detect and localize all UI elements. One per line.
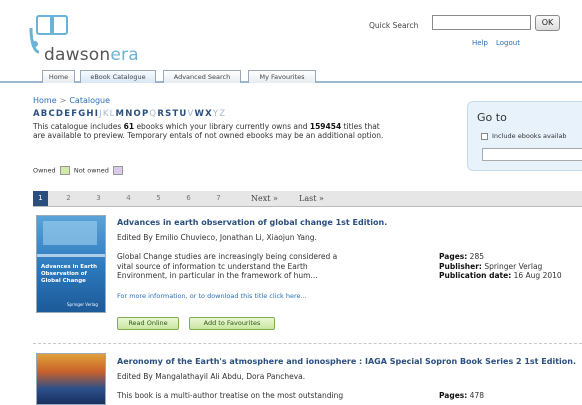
next-page-link[interactable]: Next » <box>251 191 278 206</box>
legend-owned-swatch <box>59 166 70 175</box>
read-online-button[interactable]: Read Online <box>117 317 179 330</box>
page-6[interactable]: 6 <box>181 191 196 206</box>
letter-x[interactable]: X <box>205 109 213 119</box>
pagination-underline <box>33 206 582 207</box>
catalogue-intro: This catalogue includes 61 ebooks which … <box>33 122 384 140</box>
letter-k: K <box>102 109 110 119</box>
pagination: 1 2 3 4 5 6 7 Next » Last » <box>33 191 582 206</box>
book-publisher: Springer Verlag <box>484 261 543 271</box>
breadcrumb-current[interactable]: Catalogue <box>69 96 110 105</box>
add-to-favourites-button[interactable]: Add to Favourites <box>189 317 275 330</box>
page-5[interactable]: 5 <box>151 191 166 206</box>
alphabet-index: ABCDEFGHIJKLMNOPQRSTUVWXYZ <box>33 109 226 119</box>
book-cover-image[interactable] <box>36 353 106 405</box>
legend-not-owned-swatch <box>112 166 123 175</box>
letter-m[interactable]: M <box>116 109 126 119</box>
letter-v: V <box>187 109 195 119</box>
tab-my-favourites[interactable]: My Favourites <box>248 70 316 83</box>
legend-not-owned-label: Not owned <box>73 166 109 175</box>
include-ebooks-label: Include ebooks availab <box>492 132 567 140</box>
goto-title: Go to <box>477 111 507 124</box>
letter-c[interactable]: C <box>48 109 55 119</box>
book-description: This book is a multi-author treatise on … <box>117 391 344 400</box>
main-tab-bar: Home eBook Catalogue Advanced Search My … <box>0 66 582 83</box>
page-3[interactable]: 3 <box>91 191 106 206</box>
tab-home[interactable]: Home <box>42 70 75 83</box>
book-pages: 478 <box>469 391 484 400</box>
book-title-link[interactable]: Aeronomy of the Earth's atmosphere and i… <box>117 357 576 366</box>
letter-r[interactable]: R <box>157 109 165 119</box>
top-links: Help Logout <box>472 39 528 47</box>
book-metadata: Pages: 478 <box>439 391 484 400</box>
breadcrumb: Home > Catalogue <box>33 96 110 105</box>
goto-panel: Go to Include ebooks availab <box>467 101 582 171</box>
breadcrumb-home[interactable]: Home <box>33 96 57 105</box>
letter-h[interactable]: H <box>86 109 94 119</box>
goto-input[interactable] <box>482 148 582 161</box>
breadcrumb-separator: > <box>59 96 67 105</box>
logout-link[interactable]: Logout <box>496 39 520 47</box>
last-page-link[interactable]: Last » <box>299 191 324 206</box>
book-metadata: Pages: 285 Publisher: Springer Verlag Pu… <box>439 252 562 280</box>
book-pages: 285 <box>469 252 484 261</box>
page-7[interactable]: 7 <box>211 191 226 206</box>
quick-search-label: Quick Search <box>369 21 419 30</box>
book-cover-publisher: Springer Verlag <box>67 302 98 307</box>
preview-count: 159454 <box>309 122 342 131</box>
book-publication-date: 16 Aug 2010 <box>513 271 562 280</box>
book-divider <box>33 343 582 344</box>
book-cover-image[interactable]: Advances in Earth Observation of Global … <box>36 215 106 313</box>
quick-search-ok-button[interactable]: OK <box>535 15 560 31</box>
book-description: Global Change studies are increasingly b… <box>117 252 338 280</box>
letter-z: Z <box>219 109 227 119</box>
book-more-info-link[interactable]: For more information, or to download thi… <box>117 292 307 300</box>
book-editors: Edited By Mangalathayil Ali Abdu, Dora P… <box>117 372 306 381</box>
page-1[interactable]: 1 <box>33 191 48 206</box>
page-4[interactable]: 4 <box>121 191 136 206</box>
legend-owned-label: Owned <box>33 166 56 175</box>
book-title-link[interactable]: Advances in earth observation of global … <box>117 218 387 227</box>
letter-n[interactable]: N <box>125 109 133 119</box>
book-editors: Edited By Emilio Chuvieco, Jonathan Li, … <box>117 233 317 242</box>
letter-a[interactable]: A <box>33 109 41 119</box>
page-2[interactable]: 2 <box>61 191 76 206</box>
letter-o[interactable]: O <box>134 109 142 119</box>
dawsonera-logo-text[interactable]: dawsonera <box>44 45 139 65</box>
letter-u[interactable]: U <box>179 109 187 119</box>
letter-w[interactable]: W <box>195 109 206 119</box>
quick-search-input[interactable] <box>432 15 531 30</box>
ownership-legend: Owned Not owned <box>33 166 125 175</box>
letter-d[interactable]: D <box>56 109 64 119</box>
book-cover-title: Advances in Earth Observation of Global … <box>41 264 98 284</box>
include-ebooks-checkbox[interactable] <box>481 133 488 140</box>
tab-advanced-search[interactable]: Advanced Search <box>163 70 241 83</box>
owned-count: 61 <box>123 122 135 131</box>
tab-ebook-catalogue[interactable]: eBook Catalogue <box>80 70 156 83</box>
help-link[interactable]: Help <box>472 39 488 47</box>
